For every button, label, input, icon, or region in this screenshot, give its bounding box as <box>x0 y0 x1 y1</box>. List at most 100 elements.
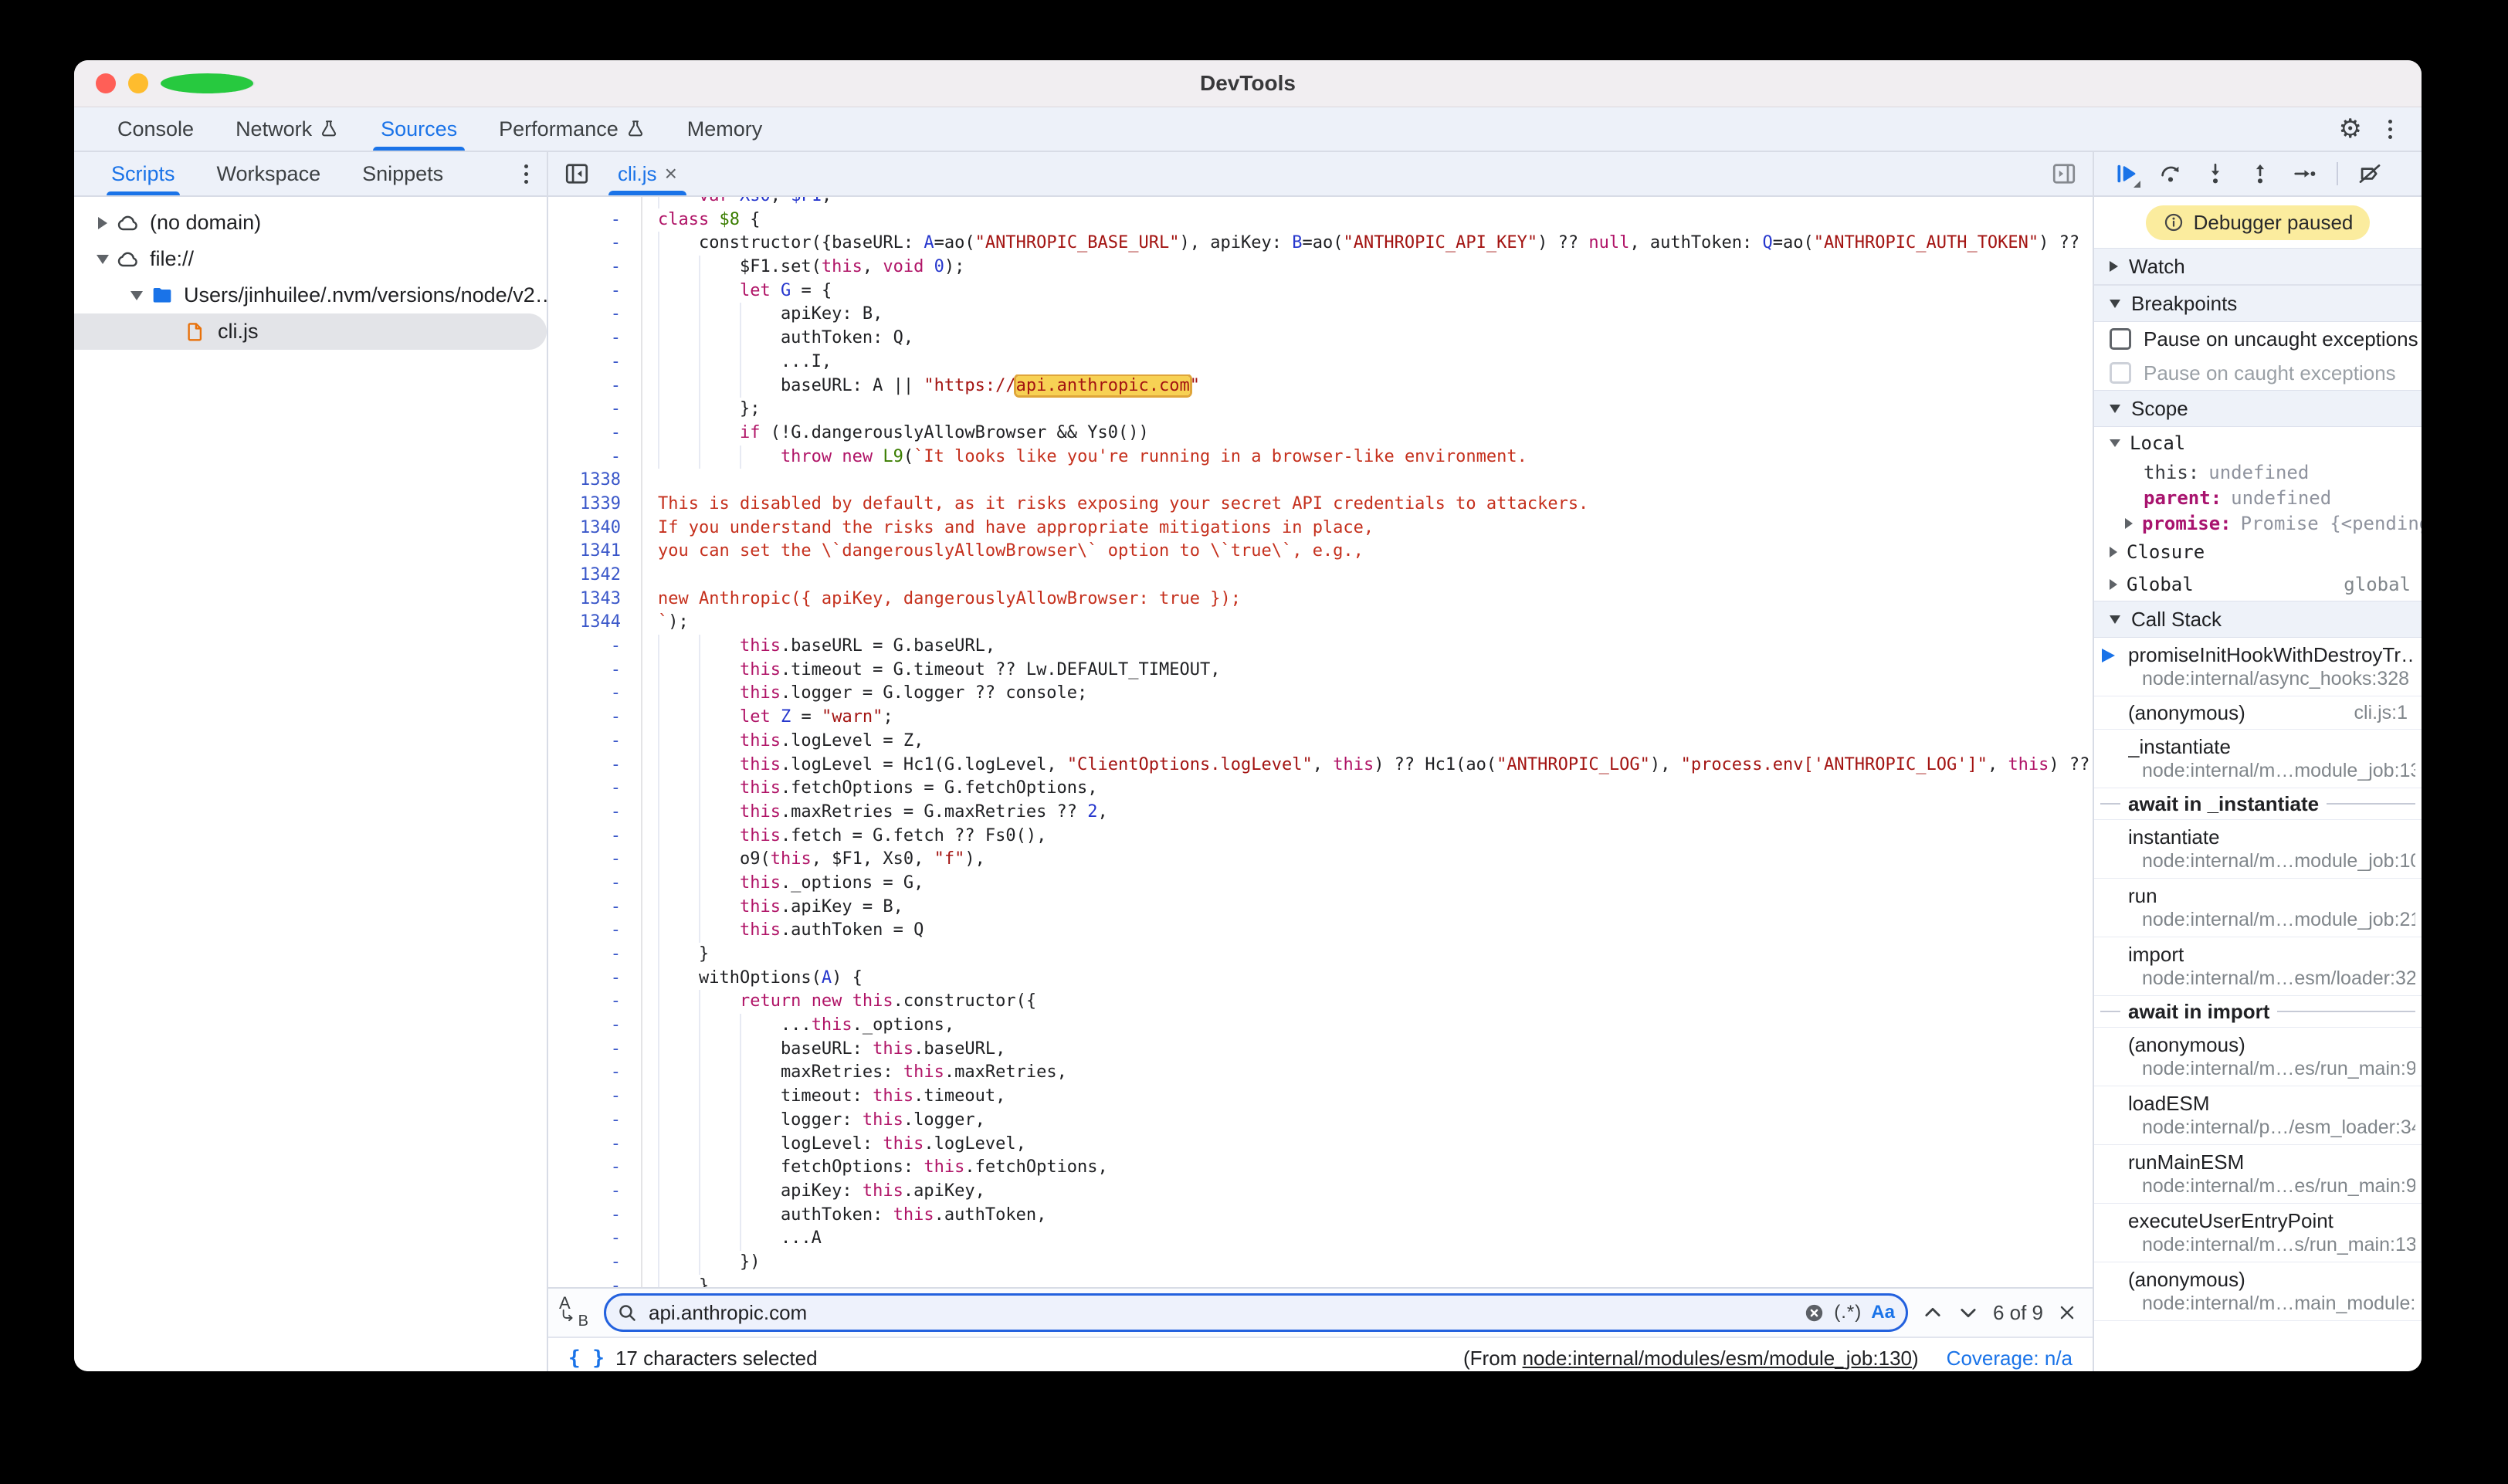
code-text[interactable]: logger: this.logger, <box>642 1109 985 1133</box>
code-text[interactable]: }) <box>642 1251 760 1275</box>
line-gutter[interactable]: 1338 <box>548 469 642 493</box>
settings-gear-icon[interactable]: ⚙ <box>2339 116 2362 142</box>
match-case-toggle[interactable]: Aa <box>1871 1302 1895 1323</box>
close-search-icon[interactable] <box>2057 1303 2077 1323</box>
line-gutter[interactable]: - <box>548 730 642 754</box>
step-icon[interactable] <box>2292 161 2318 187</box>
code-text[interactable] <box>642 564 658 588</box>
code-text[interactable]: this.fetchOptions = G.fetchOptions, <box>642 777 1098 801</box>
line-gutter[interactable]: - <box>548 801 642 825</box>
line-gutter[interactable]: - <box>548 446 642 469</box>
line-gutter[interactable]: - <box>548 303 642 327</box>
tree-item-file[interactable]: file:// <box>74 241 547 277</box>
tab-memory[interactable]: Memory <box>675 107 775 151</box>
chevron-down-icon[interactable] <box>124 291 150 300</box>
line-gutter[interactable]: - <box>548 1109 642 1133</box>
code-text[interactable]: you can set the \`dangerouslyAllowBrowse… <box>642 540 1364 564</box>
line-gutter[interactable]: - <box>548 1180 642 1204</box>
code-text[interactable]: baseURL: A || "https://api.anthropic.com… <box>642 374 1200 398</box>
line-gutter[interactable]: - <box>548 1038 642 1062</box>
scope-section-global[interactable]: Globalglobal <box>2094 568 2422 601</box>
scope-variable-promise[interactable]: promise:Promise {<pending>} <box>2094 510 2422 536</box>
code-text[interactable]: let G = { <box>642 280 832 303</box>
line-gutter[interactable]: 1344 <box>548 611 642 635</box>
code-text[interactable]: apiKey: B, <box>642 303 883 327</box>
line-gutter[interactable]: - <box>548 635 642 659</box>
line-gutter[interactable]: - <box>548 943 642 967</box>
line-gutter[interactable]: - <box>548 232 642 256</box>
code-text[interactable]: this.baseURL = G.baseURL, <box>642 635 995 659</box>
line-gutter[interactable]: - <box>548 919 642 943</box>
stack-frame-loadesm[interactable]: loadESMnode:internal/p…/esm_loader:34 <box>2094 1086 2422 1145</box>
tab-performance[interactable]: Performance <box>486 107 658 151</box>
regex-toggle[interactable]: (.*) <box>1834 1302 1862 1323</box>
code-text[interactable]: withOptions(A) { <box>642 967 863 991</box>
code-text[interactable]: timeout: this.timeout, <box>642 1085 1005 1109</box>
tree-item-cli-js[interactable]: cli.js <box>74 313 547 350</box>
line-gutter[interactable]: - <box>548 777 642 801</box>
line-gutter[interactable]: - <box>548 872 642 896</box>
navigator-tab-workspace[interactable]: Workspace <box>212 152 326 195</box>
stack-frame-run[interactable]: runnode:internal/m…module_job:214 <box>2094 879 2422 937</box>
code-text[interactable]: } <box>642 1275 709 1287</box>
code-text[interactable]: var Xs0, $F1; <box>642 197 832 208</box>
code-text[interactable]: o9(this, $F1, Xs0, "f"), <box>642 848 985 872</box>
stack-frame-promiseinithookwithdestroytr[interactable]: promiseInitHookWithDestroyTr…node:intern… <box>2094 638 2422 696</box>
line-gutter[interactable]: - <box>548 754 642 778</box>
code-text[interactable]: if (!G.dangerouslyAllowBrowser && Ys0()) <box>642 422 1149 446</box>
navigator-tab-scripts[interactable]: Scripts <box>107 152 180 195</box>
line-gutter[interactable]: - <box>548 1061 642 1085</box>
code-text[interactable]: }; <box>642 398 760 422</box>
pretty-print-icon[interactable]: { } <box>568 1347 605 1370</box>
line-gutter[interactable]: - <box>548 208 642 232</box>
tree-item-no-domain[interactable]: (no domain) <box>74 205 547 241</box>
line-gutter[interactable]: - <box>548 1275 642 1287</box>
hide-debugger-icon[interactable] <box>2046 157 2082 191</box>
scope-section-closure[interactable]: Closure <box>2094 536 2422 568</box>
hide-navigator-icon[interactable] <box>559 157 595 191</box>
search-input[interactable] <box>647 1300 1795 1326</box>
tab-console[interactable]: Console <box>105 107 206 151</box>
code-text[interactable]: `); <box>642 611 689 635</box>
line-gutter[interactable]: - <box>548 1156 642 1180</box>
code-text[interactable]: this.apiKey = B, <box>642 896 903 920</box>
line-gutter[interactable]: - <box>548 706 642 730</box>
code-text[interactable]: class $8 { <box>642 208 760 232</box>
line-gutter[interactable]: - <box>548 280 642 303</box>
section-scope[interactable]: Scope <box>2094 390 2422 427</box>
tab-sources[interactable]: Sources <box>368 107 469 151</box>
line-gutter[interactable]: - <box>548 351 642 374</box>
line-gutter[interactable]: - <box>548 1204 642 1228</box>
stack-frame-import[interactable]: importnode:internal/m…esm/loader:329 <box>2094 937 2422 996</box>
code-text[interactable]: return new this.constructor({ <box>642 990 1036 1014</box>
line-gutter[interactable]: - <box>548 1227 642 1251</box>
code-text[interactable]: this.maxRetries = G.maxRetries ?? 2, <box>642 801 1108 825</box>
replace-toggle-icon[interactable]: A B <box>556 1295 590 1330</box>
line-gutter[interactable]: - <box>548 659 642 683</box>
code-text[interactable]: new Anthropic({ apiKey, dangerouslyAllow… <box>642 588 1241 612</box>
code-text[interactable]: fetchOptions: this.fetchOptions, <box>642 1156 1108 1180</box>
scope-section-local[interactable]: Local <box>2094 427 2422 459</box>
line-gutter[interactable]: - <box>548 682 642 706</box>
stack-frame-anonymous[interactable]: (anonymous)node:internal/m…main_module:2 <box>2094 1262 2422 1321</box>
code-text[interactable]: throw new L9(`It looks like you're runni… <box>642 446 1527 469</box>
code-text[interactable]: logLevel: this.logLevel, <box>642 1133 1026 1157</box>
navigator-tab-snippets[interactable]: Snippets <box>358 152 448 195</box>
breakpoint-option-pause-on-uncaught-exceptions[interactable]: Pause on uncaught exceptions <box>2094 322 2422 356</box>
stack-frame-anonymous[interactable]: (anonymous)node:internal/m…es/run_main:9… <box>2094 1028 2422 1086</box>
code-text[interactable]: This is disabled by default, as it risks… <box>642 493 1588 517</box>
stack-frame-executeuserentrypoint[interactable]: executeUserEntryPointnode:internal/m…s/r… <box>2094 1204 2422 1262</box>
line-gutter[interactable]: - <box>548 990 642 1014</box>
previous-match-icon[interactable] <box>1922 1302 1944 1323</box>
line-gutter[interactable]: - <box>548 848 642 872</box>
line-gutter[interactable]: - <box>548 422 642 446</box>
code-text[interactable]: } <box>642 943 709 967</box>
tree-item-users-jinhuilee-nvm-versions-node-v2[interactable]: Users/jinhuilee/.nvm/versions/node/v2… <box>74 277 547 313</box>
section-call-stack[interactable]: Call Stack <box>2094 601 2422 638</box>
code-text[interactable]: this._options = G, <box>642 872 924 896</box>
file-tab-clijs[interactable]: cli.js × <box>605 152 690 195</box>
code-text[interactable]: $F1.set(this, void 0); <box>642 256 964 280</box>
scope-variable-this[interactable]: this:undefined <box>2094 459 2422 485</box>
section-breakpoints[interactable]: Breakpoints <box>2094 285 2422 322</box>
code-text[interactable]: let Z = "warn"; <box>642 706 893 730</box>
